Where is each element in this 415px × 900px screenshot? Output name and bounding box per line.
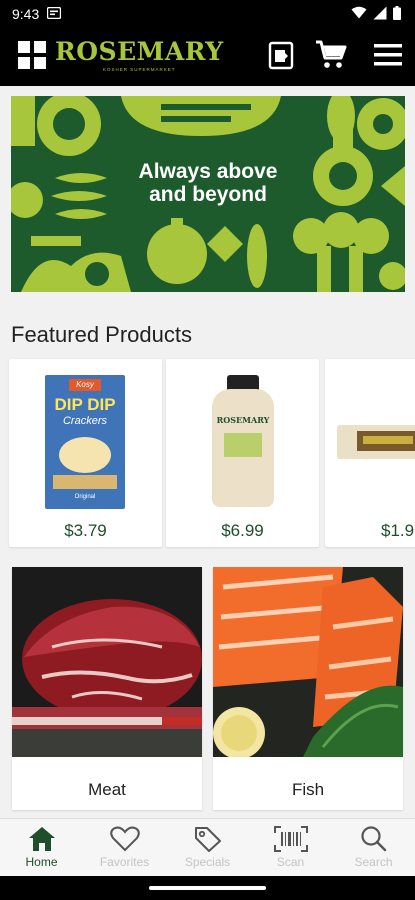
hero-headline: Always above and beyond xyxy=(11,160,405,206)
battery-icon xyxy=(393,5,401,23)
heart-icon xyxy=(109,826,140,852)
product-price: $6.99 xyxy=(221,521,264,540)
crackers-bowl-illustration xyxy=(59,437,111,473)
brand-name: ROSEMARY xyxy=(55,37,224,66)
category-label: Fish xyxy=(291,780,325,799)
nav-label: Favorites xyxy=(99,855,150,869)
status-bar: 9:43 xyxy=(0,0,415,28)
hero-banner[interactable]: Always above and beyond xyxy=(11,96,405,292)
product-flavor-text: Original xyxy=(74,494,96,500)
product-image-crackers: Kosy DIP DIP Crackers Original xyxy=(45,375,125,509)
product-brand-badge: Kosy xyxy=(69,379,101,391)
grid-logo-icon[interactable] xyxy=(18,41,46,69)
nav-item-search[interactable]: Search xyxy=(332,819,415,876)
barcode-icon xyxy=(273,826,308,852)
hero-line-2: and beyond xyxy=(149,183,267,206)
product-price: $3.79 xyxy=(64,521,107,540)
signal-icon xyxy=(373,6,387,23)
product-title-text: DIP DIP xyxy=(54,395,116,414)
category-card-fish[interactable]: Fish xyxy=(213,567,403,810)
nav-label: Home xyxy=(25,855,58,869)
system-gesture-bar xyxy=(0,876,415,900)
menu-icon[interactable] xyxy=(374,43,402,72)
nav-label: Search xyxy=(354,855,393,869)
bottom-navigation: Home Favorites Specials Scan Search xyxy=(0,818,415,876)
brand-tagline: KOSHER SUPERMARKET xyxy=(103,67,176,72)
category-image-meat xyxy=(12,567,202,757)
product-label-text: ROSEMARY xyxy=(216,415,270,425)
nav-label: Specials xyxy=(184,855,231,869)
nav-item-favorites[interactable]: Favorites xyxy=(83,819,166,876)
nav-item-scan[interactable]: Scan xyxy=(249,819,332,876)
crackers-illustration xyxy=(53,475,117,489)
category-image-fish xyxy=(213,567,403,757)
product-subtitle-text: Crackers xyxy=(62,415,107,427)
home-gesture-handle[interactable] xyxy=(149,886,266,890)
product-card[interactable]: Kosy DIP DIP Crackers Original $3.79 xyxy=(9,359,162,547)
wifi-icon xyxy=(351,6,367,22)
search-icon xyxy=(360,826,386,852)
product-price: $1.9 xyxy=(381,521,415,540)
home-icon xyxy=(28,827,55,851)
notification-icon xyxy=(47,6,62,22)
product-image-sauce-bottle: ROSEMARY xyxy=(212,375,274,509)
status-time: 9:43 xyxy=(12,6,40,22)
receipt-icon[interactable] xyxy=(268,40,294,75)
hero-line-1: Always above xyxy=(138,160,278,183)
section-title-featured: Featured Products xyxy=(11,322,192,347)
nav-label: Scan xyxy=(276,855,305,869)
nav-item-specials[interactable]: Specials xyxy=(166,819,249,876)
category-label: Meat xyxy=(88,780,126,799)
product-card[interactable]: $1.9 xyxy=(325,359,415,547)
category-card-meat[interactable]: Meat xyxy=(12,567,202,810)
nav-item-home[interactable]: Home xyxy=(0,819,83,876)
brand-logo[interactable]: ROSEMARY KOSHER SUPERMARKET xyxy=(55,37,224,73)
app-header: ROSEMARY KOSHER SUPERMARKET xyxy=(0,28,415,86)
tag-icon xyxy=(194,827,221,852)
product-image-granola-bar xyxy=(337,425,415,459)
product-card[interactable]: ROSEMARY $6.99 xyxy=(166,359,319,547)
cart-icon[interactable] xyxy=(314,38,348,75)
